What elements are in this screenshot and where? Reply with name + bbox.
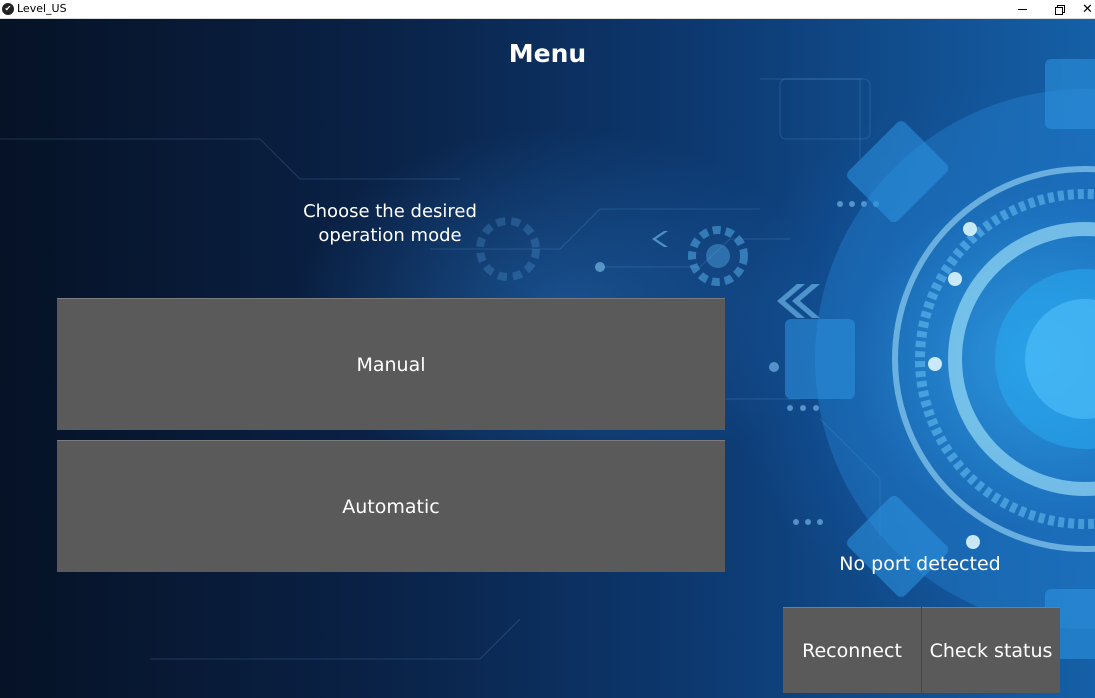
page-title: Menu xyxy=(508,39,587,68)
mode-prompt: Choose the desired operation mode xyxy=(303,201,477,246)
automatic-mode-label: Automatic xyxy=(342,495,440,518)
check-status-button[interactable]: Check status xyxy=(922,607,1060,693)
reconnect-button[interactable]: Reconnect xyxy=(783,607,921,693)
app-logo-icon: ✔ xyxy=(2,3,14,15)
restore-icon xyxy=(1054,5,1065,15)
close-icon: ✕ xyxy=(1082,2,1093,17)
minimize-icon xyxy=(1017,9,1027,10)
reconnect-label: Reconnect xyxy=(802,639,902,662)
window-titlebar: ✔ Level_US ✕ xyxy=(0,0,1095,19)
close-button[interactable]: ✕ xyxy=(1080,0,1095,19)
minimize-button[interactable] xyxy=(1007,0,1037,19)
manual-mode-button[interactable]: Manual xyxy=(57,298,725,430)
window-title: Level_US xyxy=(17,2,67,15)
automatic-mode-button[interactable]: Automatic xyxy=(57,440,725,572)
restore-button[interactable] xyxy=(1044,0,1074,19)
manual-mode-label: Manual xyxy=(356,353,426,376)
main-content: Menu Choose the desired operation mode M… xyxy=(0,19,1095,698)
port-status-text: No port detected xyxy=(839,553,1001,575)
check-status-label: Check status xyxy=(929,639,1053,662)
